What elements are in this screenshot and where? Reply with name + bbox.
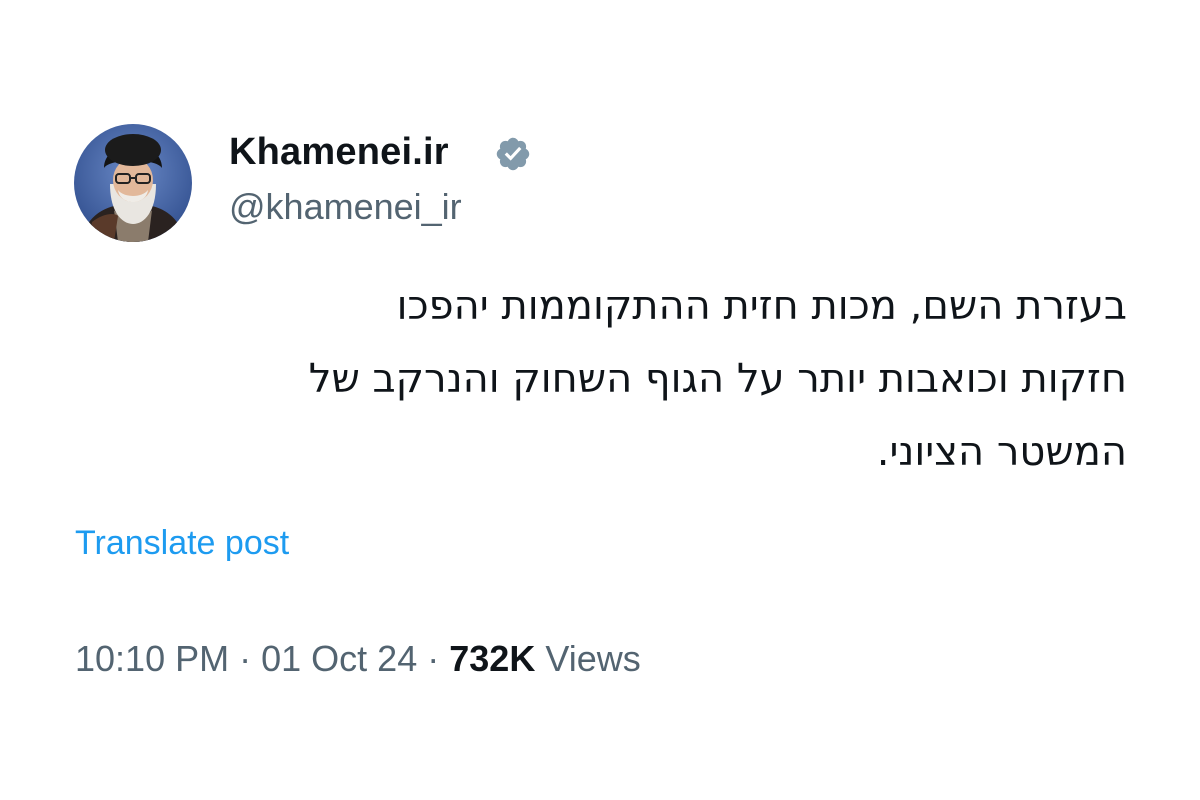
author-avatar[interactable]	[74, 124, 192, 242]
post-text: בעזרת השם, מכות חזית ההתקוממות יהפכו חזק…	[67, 270, 1127, 489]
post-text-line: חזקות וכואבות יותר על הגוף השחוק והנרקב …	[308, 356, 1127, 402]
translate-post-link[interactable]: Translate post	[75, 524, 289, 563]
views-count: 732K	[449, 638, 536, 679]
post-metadata: 10:10 PM · 01 Oct 24 · 732K Views	[75, 638, 641, 680]
author-handle[interactable]: @khamenei_ir	[229, 186, 462, 228]
post-time[interactable]: 10:10 PM	[75, 638, 229, 679]
tweet-card: Khamenei.ir @khamenei_ir בעזרת השם, מכות…	[0, 0, 1200, 800]
portrait-image	[74, 124, 192, 242]
separator: ·	[427, 638, 440, 679]
separator: ·	[239, 638, 252, 679]
post-text-line: בעזרת השם, מכות חזית ההתקוממות יהפכו	[396, 283, 1127, 329]
author-display-name[interactable]: Khamenei.ir	[229, 131, 449, 174]
post-date[interactable]: 01 Oct 24	[261, 638, 417, 679]
verified-badge-icon	[496, 137, 530, 171]
views-label: Views	[545, 638, 641, 679]
post-text-line: המשטר הציוני.	[876, 429, 1127, 475]
